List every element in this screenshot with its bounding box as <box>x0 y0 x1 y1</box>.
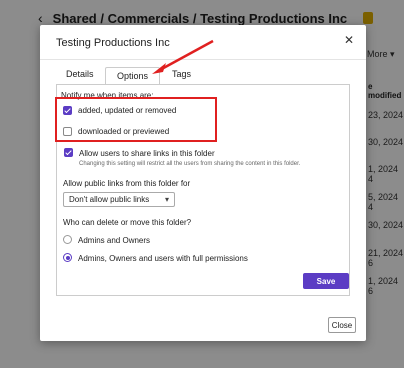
annotation-arrow <box>152 39 214 74</box>
